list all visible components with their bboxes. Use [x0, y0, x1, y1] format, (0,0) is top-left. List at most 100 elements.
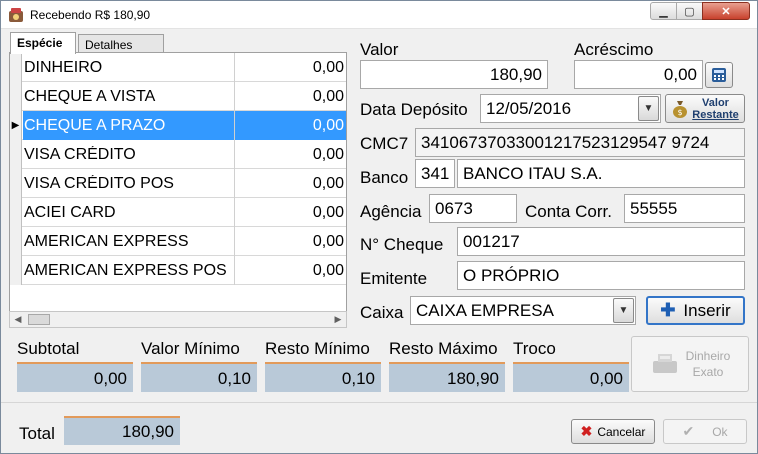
cmc7-field[interactable]: 34106737033001217523129547 9724: [415, 128, 745, 157]
calculator-button[interactable]: [705, 62, 733, 88]
row-pointer-icon: [10, 82, 22, 111]
ok-label: Ok: [712, 424, 728, 439]
close-icon: ✕: [721, 5, 731, 18]
maximize-button[interactable]: ▢: [676, 2, 703, 20]
app-icon: [9, 8, 23, 22]
especie-name: VISA CRÉDITO: [24, 146, 136, 163]
valor-restante-line1: Valor: [702, 96, 729, 109]
n-cheque-field[interactable]: 001217: [457, 227, 745, 256]
receiving-dialog: Recebendo R$ 180,90 ▁ ▢ ✕ Espécie Detalh…: [0, 0, 758, 454]
especie-row[interactable]: AMERICAN EXPRESS POS 0,00: [10, 256, 346, 285]
especie-row[interactable]: VISA CRÉDITO 0,00: [10, 140, 346, 169]
especie-value[interactable]: 0,00: [238, 204, 344, 222]
banco-label: Banco: [360, 168, 409, 187]
especie-row[interactable]: VISA CRÉDITO POS 0,00: [10, 169, 346, 198]
maximize-icon: ▢: [684, 5, 695, 18]
emitente-field[interactable]: O PRÓPRIO: [457, 261, 745, 290]
dropdown-arrow-icon: ▼: [618, 305, 629, 316]
dinheiro-exato-button[interactable]: Dinheiro Exato: [631, 336, 749, 392]
horizontal-scrollbar[interactable]: ◀ ▶: [9, 311, 347, 328]
especie-value[interactable]: 0,00: [238, 262, 344, 280]
cancel-x-icon: ✖: [580, 423, 593, 439]
cash-register-icon: [652, 354, 677, 373]
data-deposito-field[interactable]: 12/05/2016: [480, 94, 661, 123]
column-separator: [234, 227, 235, 256]
total-value: 180,90: [64, 416, 180, 445]
scroll-thumb[interactable]: [28, 314, 50, 325]
footer-divider: [1, 402, 757, 403]
acrescimo-label: Acréscimo: [574, 40, 654, 59]
especie-value[interactable]: 0,00: [238, 117, 344, 135]
troco-label: Troco: [513, 339, 556, 358]
conta-label: Conta Corr.: [525, 202, 612, 221]
caixa-dropdown[interactable]: ▼: [613, 298, 634, 323]
agencia-label: Agência: [360, 202, 422, 221]
minimize-icon: ▁: [659, 5, 668, 18]
agencia-field[interactable]: 0673: [429, 194, 517, 223]
caixa-label: Caixa: [360, 303, 404, 322]
minimize-button[interactable]: ▁: [650, 2, 677, 20]
n-cheque-label: N° Cheque: [360, 235, 444, 254]
valor-minimo-label: Valor Mínimo: [141, 339, 240, 358]
column-separator: [234, 111, 235, 140]
resto-minimo-value: 0,10: [265, 362, 381, 392]
caixa-select[interactable]: CAIXA EMPRESA: [410, 296, 636, 325]
row-pointer-icon: ▶: [10, 111, 22, 140]
calculator-icon: [712, 68, 726, 82]
banco-codigo-field[interactable]: 341: [415, 159, 455, 188]
especie-row[interactable]: AMERICAN EXPRESS 0,00: [10, 227, 346, 256]
conta-field[interactable]: 55555: [624, 194, 745, 223]
money-bag-icon: $: [673, 100, 688, 118]
column-separator: [234, 140, 235, 169]
inserir-label: Inserir: [683, 300, 731, 320]
resto-maximo-value: 180,90: [389, 362, 505, 392]
dinheiro-exato-line2: Exato: [692, 365, 724, 379]
inserir-button[interactable]: ✚ Inserir: [646, 296, 745, 325]
especie-value[interactable]: 0,00: [238, 233, 344, 251]
valor-restante-button[interactable]: $ Valor Restante: [665, 94, 745, 123]
resto-minimo-label: Resto Mínimo: [265, 339, 370, 358]
close-button[interactable]: ✕: [702, 2, 750, 20]
check-icon: ✔: [682, 423, 695, 439]
scroll-right-icon[interactable]: ▶: [330, 312, 346, 327]
especie-value[interactable]: 0,00: [238, 146, 344, 164]
troco-value: 0,00: [513, 362, 629, 392]
especie-grid: DINHEIRO 0,00 CHEQUE A VISTA 0,00 ▶ CHEQUE A …: [9, 52, 347, 328]
scroll-left-icon[interactable]: ◀: [10, 312, 26, 327]
valor-minimo-value: 0,10: [141, 362, 257, 392]
window-title: Recebendo R$ 180,90: [30, 8, 151, 22]
especie-value[interactable]: 0,00: [238, 59, 344, 77]
especie-value[interactable]: 0,00: [238, 88, 344, 106]
tab-especie[interactable]: Espécie: [10, 32, 76, 54]
especie-name: AMERICAN EXPRESS: [24, 233, 189, 250]
valor-field[interactable]: 180,90: [360, 60, 548, 89]
tab-detalhes[interactable]: Detalhes: [78, 34, 164, 54]
row-pointer-icon: [10, 198, 22, 227]
dropdown-arrow-icon: ▼: [643, 103, 654, 114]
row-pointer-icon: [10, 169, 22, 198]
title-bar: Recebendo R$ 180,90 ▁ ▢ ✕: [1, 1, 757, 29]
acrescimo-field[interactable]: 0,00: [574, 60, 703, 89]
row-pointer-icon: [10, 140, 22, 169]
especie-row[interactable]: ACIEI CARD 0,00: [10, 198, 346, 227]
row-pointer-icon: [10, 53, 22, 82]
subtotal-value: 0,00: [17, 362, 133, 392]
cmc7-label: CMC7: [360, 134, 409, 153]
cancelar-button[interactable]: ✖ Cancelar: [571, 419, 655, 444]
column-separator: [234, 198, 235, 227]
data-deposito-dropdown[interactable]: ▼: [638, 96, 659, 121]
especie-row[interactable]: ▶ CHEQUE A PRAZO 0,00: [10, 111, 346, 140]
especie-name: VISA CRÉDITO POS: [24, 175, 174, 192]
svg-text:$: $: [678, 108, 683, 117]
especie-name: CHEQUE A VISTA: [24, 88, 156, 105]
total-label: Total: [19, 424, 55, 443]
especie-value[interactable]: 0,00: [238, 175, 344, 193]
especie-row[interactable]: DINHEIRO 0,00: [10, 53, 346, 82]
banco-nome-field[interactable]: BANCO ITAU S.A.: [457, 159, 745, 188]
ok-button[interactable]: ✔ Ok: [663, 419, 747, 444]
plus-icon: ✚: [660, 300, 676, 320]
subtotal-label: Subtotal: [17, 339, 80, 358]
cancelar-label: Cancelar: [597, 424, 646, 439]
especie-row[interactable]: CHEQUE A VISTA 0,00: [10, 82, 346, 111]
especie-name: AMERICAN EXPRESS POS: [24, 262, 227, 279]
